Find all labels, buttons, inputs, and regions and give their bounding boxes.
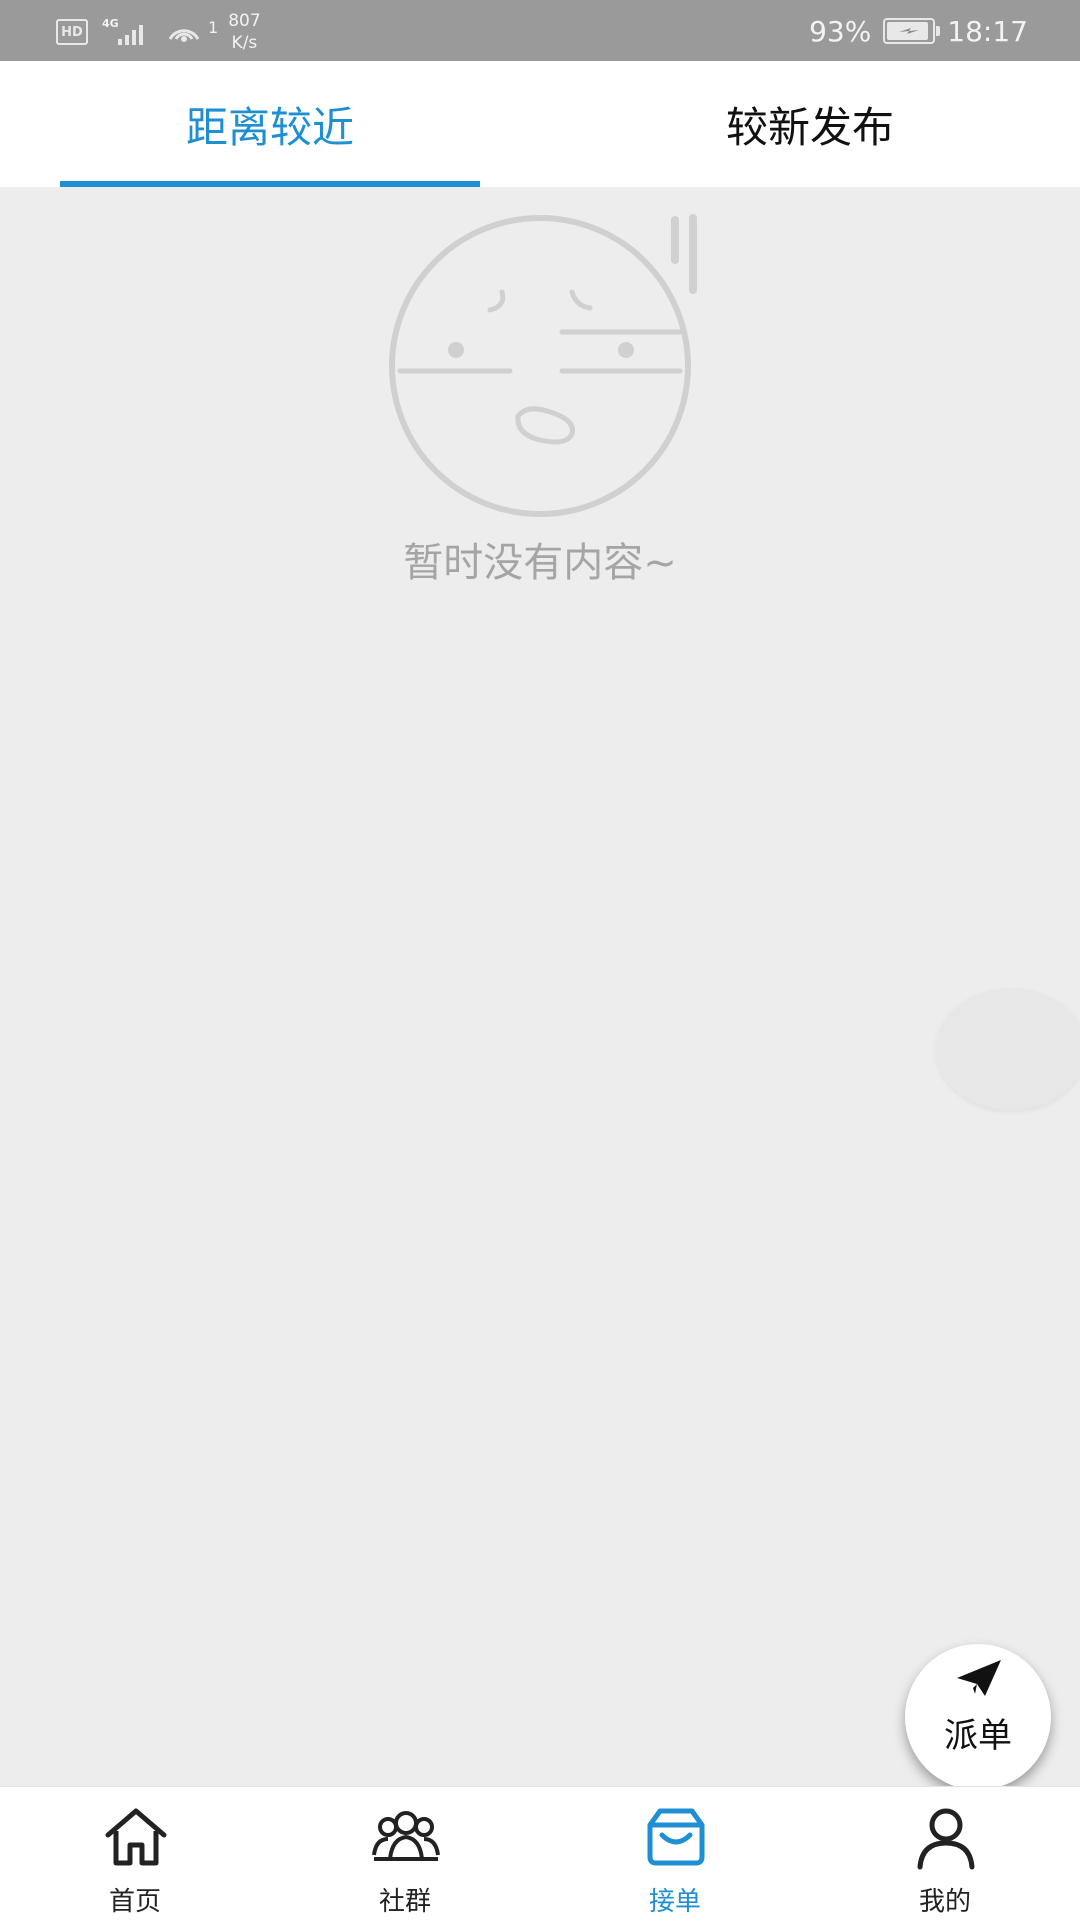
- bottom-nav: 首页 社群 接单 我的: [0, 1786, 1080, 1921]
- status-bar: HD 4G 1 807 K/s 93% 18:17: [0, 0, 1080, 61]
- status-right: 93% 18:17: [809, 12, 1028, 50]
- battery-percent: 93%: [809, 14, 872, 48]
- network-speed: 807 K/s: [228, 11, 261, 53]
- nav-home[interactable]: 首页: [0, 1787, 270, 1921]
- hotspot-count: 1: [208, 17, 219, 37]
- tab-nearby[interactable]: 距离较近: [60, 61, 480, 187]
- battery-icon: [883, 18, 941, 44]
- nav-mine-label: 我的: [918, 1887, 971, 1917]
- nav-orders-label: 接单: [648, 1887, 701, 1917]
- tab-bar: 距离较近 较新发布: [0, 61, 1080, 187]
- nav-community[interactable]: 社群: [270, 1787, 540, 1921]
- community-icon: [372, 1811, 440, 1861]
- hotspot-icon: [168, 29, 200, 42]
- inbox-icon: [647, 1808, 705, 1866]
- clock: 18:17: [947, 14, 1028, 48]
- dispatch-order-button[interactable]: 派单: [905, 1644, 1051, 1790]
- nav-community-label: 社群: [378, 1887, 431, 1917]
- nav-mine[interactable]: 我的: [810, 1787, 1080, 1921]
- dispatch-order-label: 派单: [944, 1716, 1012, 1756]
- nav-home-label: 首页: [108, 1887, 161, 1917]
- hd-icon: HD: [56, 19, 88, 45]
- nav-orders[interactable]: 接单: [540, 1787, 810, 1921]
- paper-plane-icon: [957, 1660, 1001, 1696]
- tab-indicator: [60, 181, 480, 187]
- sad-face-icon: [389, 214, 697, 517]
- empty-message: 暂时没有内容~: [403, 540, 677, 586]
- tab-latest[interactable]: 较新发布: [600, 61, 1020, 187]
- home-icon: [105, 1808, 167, 1866]
- network-type: 4G: [102, 17, 119, 30]
- floating-assistive-button[interactable]: [936, 988, 1080, 1110]
- signal-icon: 4G: [102, 17, 150, 47]
- user-icon: [917, 1808, 975, 1870]
- status-left: HD 4G 1 807 K/s: [56, 10, 261, 54]
